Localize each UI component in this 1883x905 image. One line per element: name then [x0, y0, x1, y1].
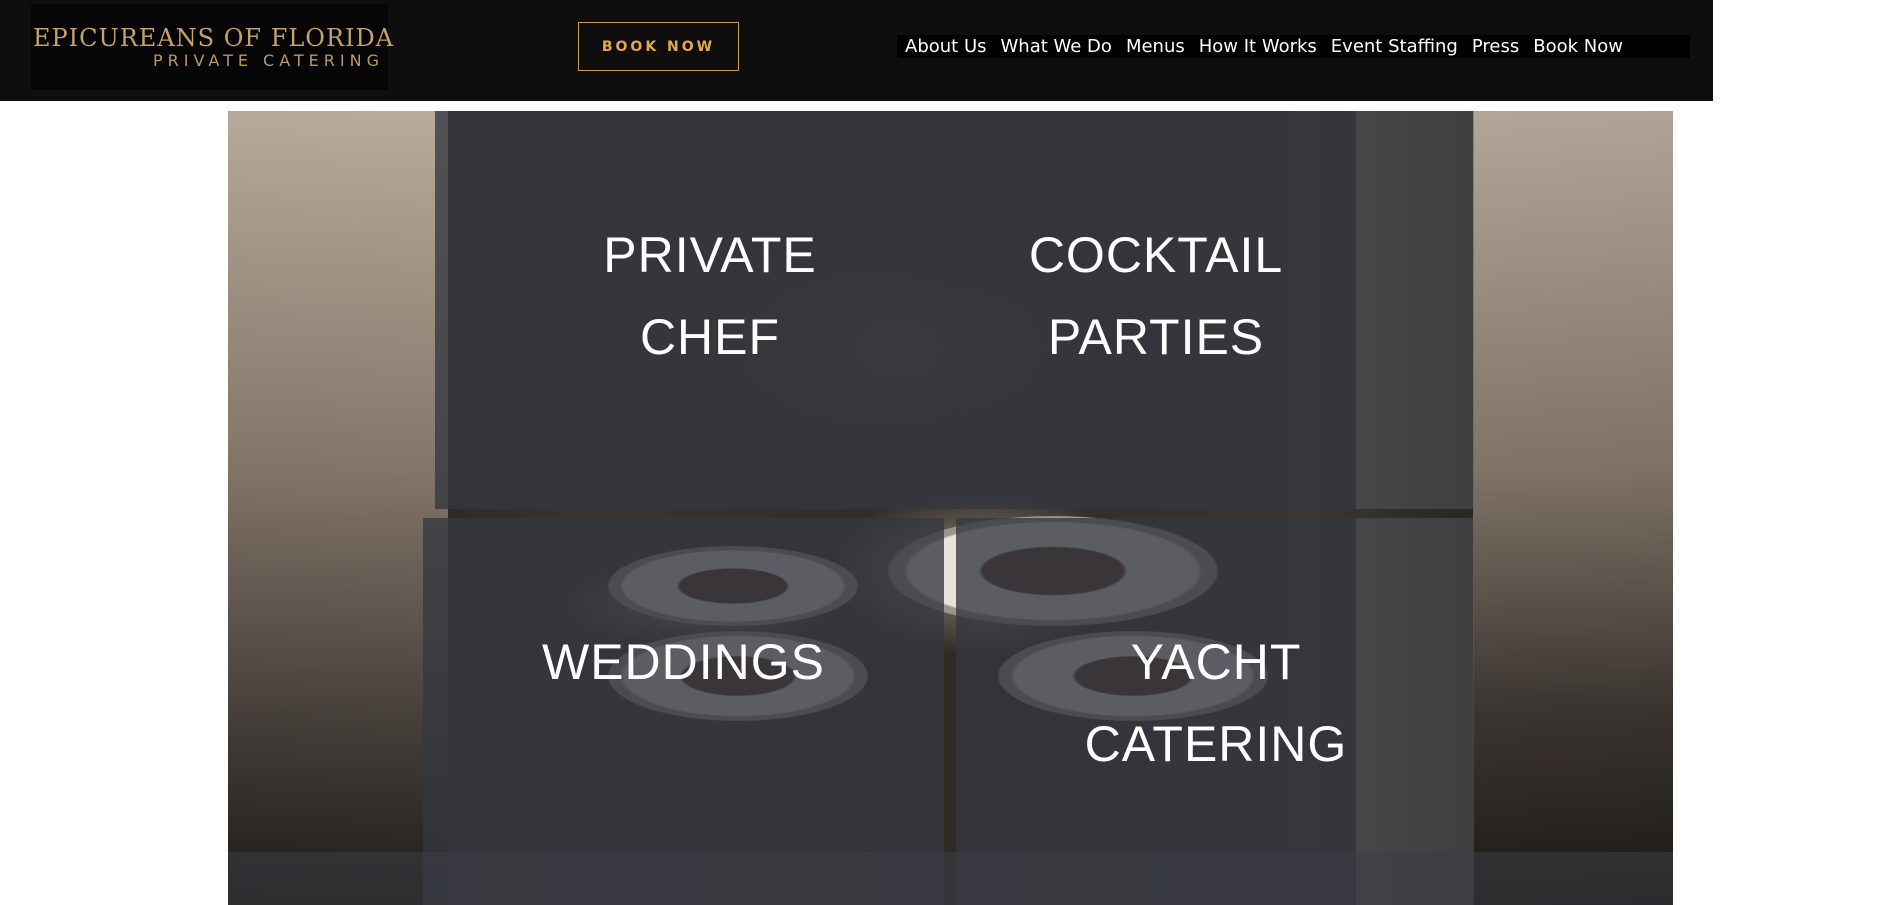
- tile-weddings-title: WEDDINGS: [423, 621, 944, 703]
- nav-item-about-us[interactable]: About Us: [897, 36, 993, 57]
- site-header: EPICUREANS OF FLORIDA PRIVATE CATERING B…: [0, 0, 1713, 101]
- chef-figure-left: [228, 111, 448, 905]
- nav-item-menus[interactable]: Menus: [1118, 36, 1191, 57]
- tile-line: WEDDINGS: [542, 634, 825, 690]
- logo-title: EPICUREANS OF FLORIDA: [33, 24, 395, 52]
- nav-item-press[interactable]: Press: [1464, 36, 1525, 57]
- book-now-button[interactable]: BOOK NOW: [578, 22, 739, 71]
- tile-cocktail-parties-title: COCKTAIL PARTIES: [900, 214, 1412, 378]
- logo[interactable]: EPICUREANS OF FLORIDA PRIVATE CATERING: [31, 4, 395, 90]
- chef-figure-right: [1473, 111, 1673, 905]
- nav-item-event-staffing[interactable]: Event Staffing: [1323, 36, 1464, 57]
- tile-line: CATERING: [1084, 716, 1348, 772]
- tile-private-chef[interactable]: PRIVATE CHEF: [435, 111, 900, 509]
- hero-section: PRIVATE CHEF COCKTAIL PARTIES WEDDINGS Y…: [228, 111, 1673, 905]
- nav-item-how-it-works[interactable]: How It Works: [1191, 36, 1323, 57]
- logo-subtitle: PRIVATE CATERING: [152, 51, 384, 70]
- nav-item-what-we-do[interactable]: What We Do: [993, 36, 1118, 57]
- tile-line: PARTIES: [1047, 309, 1265, 365]
- tile-yacht-catering[interactable]: YACHT CATERING: [956, 518, 1356, 905]
- hero-bottom-band: [228, 852, 1673, 905]
- tile-weddings[interactable]: WEDDINGS: [423, 518, 944, 905]
- tile-line: YACHT: [1130, 634, 1302, 690]
- nav-item-book-now[interactable]: Book Now: [1525, 36, 1629, 57]
- main-nav: About Us What We Do Menus How It Works E…: [897, 35, 1690, 58]
- tile-cocktail-parties[interactable]: COCKTAIL PARTIES: [900, 111, 1356, 509]
- tile-yacht-catering-title: YACHT CATERING: [956, 621, 1476, 785]
- tile-line: COCKTAIL: [1028, 227, 1284, 283]
